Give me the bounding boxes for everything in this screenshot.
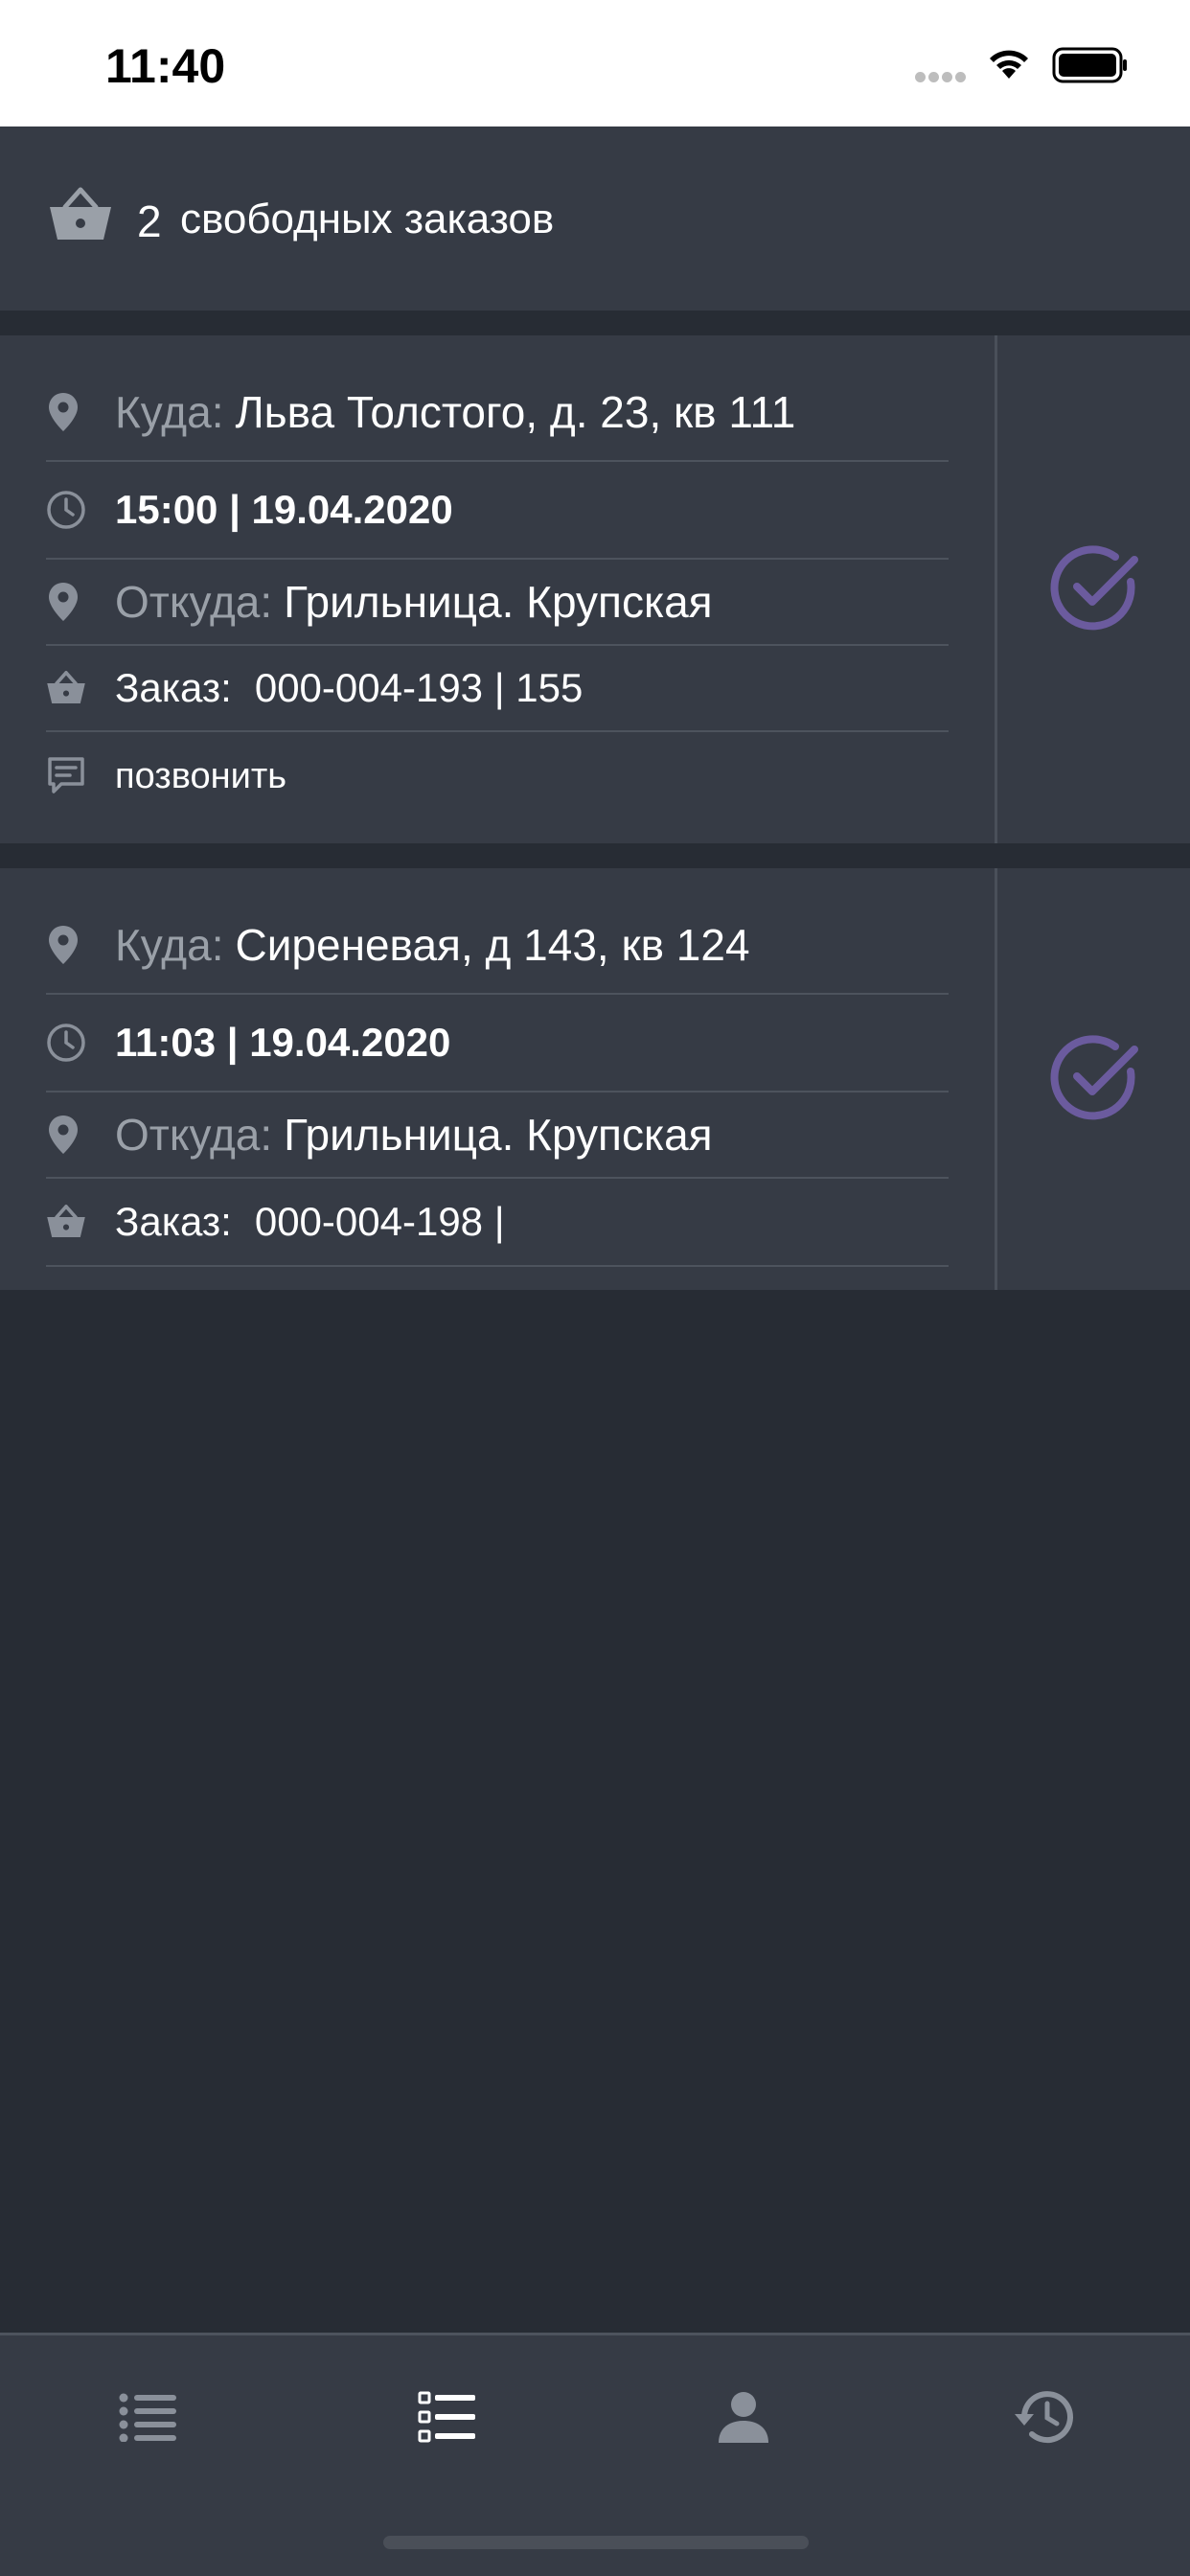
destination-label: Куда: (115, 387, 224, 437)
free-orders-label: свободных заказов (180, 196, 555, 242)
location-pin-icon (49, 926, 78, 964)
check-circle-icon (1050, 1035, 1138, 1120)
origin-label: Откуда: (115, 577, 273, 627)
order-number-value: 000-004-198 | (254, 1199, 505, 1244)
order-card[interactable]: Куда: Сиреневая, д 143, кв 124 11:03 | 1… (0, 868, 1190, 1290)
location-pin-icon (49, 1116, 78, 1154)
order-card[interactable]: Куда: Льва Толстого, д. 23, кв 111 15:00… (0, 335, 1190, 843)
basket-icon (47, 671, 85, 704)
basket-icon (47, 1205, 85, 1238)
accept-order-button[interactable] (997, 868, 1190, 1290)
destination-value: Сиреневая, д 143, кв 124 (235, 920, 750, 970)
orders-header: 2 свободных заказов (0, 126, 1190, 310)
destination-label: Куда: (115, 920, 224, 970)
order-number-label: Заказ: (115, 665, 232, 710)
nav-history[interactable] (1004, 2379, 1081, 2455)
clock-icon (47, 491, 85, 529)
history-icon (1015, 2391, 1073, 2444)
order-number-row: Заказ: 000-004-198 | (46, 1179, 949, 1267)
checklist-icon (418, 2391, 475, 2443)
order-destination-row: Куда: Льва Толстого, д. 23, кв 111 (46, 364, 949, 462)
location-pin-icon (49, 583, 78, 621)
order-destination-row: Куда: Сиреневая, д 143, кв 124 (46, 897, 949, 995)
origin-value: Грильница. Крупская (284, 577, 713, 627)
order-number-value: 000-004-193 | 155 (254, 665, 584, 710)
battery-icon (1052, 47, 1127, 83)
profile-icon (719, 2392, 768, 2443)
status-time: 11:40 (105, 39, 226, 93)
order-time-row: 15:00 | 19.04.2020 (46, 462, 949, 560)
nav-orders-list[interactable] (110, 2379, 187, 2455)
clock-icon (47, 1024, 85, 1062)
accept-order-button[interactable] (997, 335, 1190, 843)
order-details[interactable]: Куда: Сиреневая, д 143, кв 124 11:03 | 1… (0, 868, 995, 1290)
status-bar: 11:40 (0, 0, 1190, 126)
wifi-icon (990, 50, 1028, 79)
nav-profile[interactable] (705, 2379, 782, 2455)
destination-value: Льва Толстого, д. 23, кв 111 (235, 387, 796, 437)
order-time: 11:03 | 19.04.2020 (115, 1020, 451, 1065)
order-details[interactable]: Куда: Льва Толстого, д. 23, кв 111 15:00… (0, 335, 995, 843)
call-label: позвонить (115, 755, 287, 796)
call-button[interactable]: позвонить (46, 732, 949, 820)
basket-icon (50, 187, 111, 240)
origin-value: Грильница. Крупская (284, 1110, 713, 1160)
nav-active-orders[interactable] (409, 2379, 486, 2455)
cellular-signal-icon (915, 70, 969, 87)
list-icon (119, 2393, 176, 2442)
location-pin-icon (49, 393, 78, 431)
free-orders-count: 2 (137, 196, 162, 246)
origin-label: Откуда: (115, 1110, 273, 1160)
check-circle-icon (1050, 545, 1138, 631)
order-time: 15:00 | 19.04.2020 (115, 487, 453, 532)
message-icon (48, 757, 84, 794)
order-origin-row: Откуда: Грильница. Крупская (46, 1092, 949, 1179)
order-origin-row: Откуда: Грильница. Крупская (46, 560, 949, 646)
order-time-row: 11:03 | 19.04.2020 (46, 995, 949, 1092)
order-number-label: Заказ: (115, 1199, 232, 1244)
order-number-row: Заказ: 000-004-193 | 155 (46, 646, 949, 732)
home-indicator (383, 2536, 809, 2549)
